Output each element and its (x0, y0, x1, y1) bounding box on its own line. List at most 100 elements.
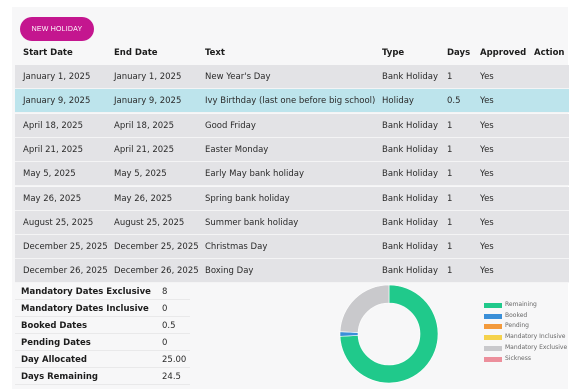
legend-item[interactable]: Remaining (484, 301, 572, 311)
cell-type: Bank Holiday (382, 193, 439, 204)
cell-start-date: May 5, 2025 (23, 169, 76, 180)
cell-approved: Yes (480, 217, 494, 228)
summary-label: Booked Dates (21, 321, 88, 331)
table-row[interactable]: April 21, 2025 April 21, 2025 Easter Monda… (15, 137, 569, 162)
table-row[interactable]: January 1, 2025 January 1, 2025 New Year's… (15, 65, 569, 89)
legend-swatch (484, 356, 502, 362)
cell-days: 1 (447, 72, 453, 82)
cell-approved: Yes (480, 169, 494, 180)
cell-days: 1 (447, 242, 453, 253)
cell-type: Bank Holiday (382, 169, 439, 180)
header-text[interactable]: Text (205, 48, 225, 58)
header-approved[interactable]: Approved (480, 48, 526, 58)
summary-value: 0 (162, 304, 168, 314)
table-row[interactable]: April 18, 2025 April 18, 2025 Good Friday B… (15, 113, 569, 138)
header-type[interactable]: Type (382, 48, 404, 58)
summary-value: 0.5 (162, 321, 176, 331)
cell-approved: Yes (480, 96, 494, 107)
summary-label: Mandatory Dates Exclusive (21, 287, 151, 297)
cell-text: Spring bank holiday (205, 193, 290, 204)
legend-item[interactable]: Pending (484, 322, 572, 332)
cell-approved: Yes (480, 144, 494, 155)
table-row[interactable]: May 5, 2025 May 5, 2025 Early May bank hol… (15, 162, 569, 187)
legend-label: Booked (505, 311, 528, 319)
cell-type: Bank Holiday (382, 217, 439, 228)
summary-value: 8 (162, 287, 168, 297)
legend-swatch (484, 345, 502, 351)
table-row[interactable]: December 26, 2025 December 26, 2025 Boxing… (15, 259, 569, 284)
cell-approved: Yes (480, 72, 494, 82)
donut-slice-mandatory-exclusive[interactable] (339, 284, 390, 333)
cell-text: Boxing Day (205, 266, 254, 277)
table-row[interactable]: May 26, 2025 May 26, 2025 Spring bank holi… (15, 186, 569, 211)
cell-start-date: August 25, 2025 (23, 217, 94, 228)
cell-end-date: January 9, 2025 (114, 96, 182, 107)
summary-row: Pending Dates 0 (15, 334, 190, 351)
cell-start-date: December 26, 2025 (23, 266, 108, 277)
new-holiday-button[interactable]: NEW HOLIDAY (20, 17, 94, 41)
legend-swatch (484, 324, 502, 330)
summary-label: Pending Dates (21, 338, 91, 348)
cell-end-date: January 1, 2025 (114, 72, 182, 82)
legend-item[interactable]: Mandatory Inclusive (484, 333, 572, 343)
cell-approved: Yes (480, 120, 494, 131)
cell-end-date: December 25, 2025 (114, 242, 199, 253)
summary-row: Mandatory Dates Inclusive 0 (15, 300, 190, 317)
cell-text: Ivy Birthday (last one before big school… (205, 96, 376, 107)
legend-item[interactable]: Mandatory Exclusive (484, 344, 572, 354)
cell-start-date: December 25, 2025 (23, 242, 108, 253)
legend-label: Remaining (505, 301, 537, 308)
table-row[interactable]: December 25, 2025 December 25, 2025 Christ… (15, 235, 569, 260)
legend-swatch (484, 303, 502, 308)
cell-end-date: May 26, 2025 (114, 193, 173, 204)
table-header: Start Date End Date Text Type Days Appro… (15, 44, 569, 62)
summary-row: Day Allocated 25.00 (15, 351, 190, 368)
summary-row: Days Remaining 24.5 (15, 368, 190, 385)
cell-start-date: April 21, 2025 (23, 144, 83, 155)
legend-label: Pending (505, 322, 529, 330)
cell-end-date: April 21, 2025 (114, 144, 174, 155)
cell-type: Holiday (382, 96, 414, 107)
header-start-date[interactable]: Start Date (23, 48, 73, 58)
cell-start-date: January 9, 2025 (23, 96, 91, 107)
summary-value: 25.00 (162, 355, 187, 365)
table-row[interactable]: August 25, 2025 August 25, 2025 Summer ban… (15, 210, 569, 235)
cell-start-date: January 1, 2025 (23, 72, 91, 82)
header-days[interactable]: Days (447, 48, 470, 58)
header-end-date[interactable]: End Date (114, 48, 158, 58)
cell-end-date: May 5, 2025 (114, 169, 167, 180)
legend-swatch (484, 313, 502, 319)
cell-text: Early May bank holiday (205, 169, 305, 180)
cell-end-date: August 25, 2025 (114, 217, 185, 228)
cell-text: Summer bank holiday (205, 217, 299, 228)
legend-swatch (484, 335, 502, 341)
legend-label: Mandatory Inclusive (505, 333, 566, 341)
cell-start-date: April 18, 2025 (23, 120, 83, 131)
summary-label: Days Remaining (21, 372, 99, 382)
cell-end-date: December 26, 2025 (114, 266, 199, 277)
cell-days: 0.5 (447, 96, 461, 107)
allowance-donut-chart (339, 284, 439, 384)
summary-value: 24.5 (162, 372, 181, 382)
header-action: Action (534, 48, 565, 58)
cell-type: Bank Holiday (382, 144, 439, 155)
table-row[interactable]: January 9, 2025 January 9, 2025 Ivy Birthd… (15, 89, 569, 114)
cell-approved: Yes (480, 242, 494, 253)
cell-text: Christmas Day (205, 242, 268, 253)
cell-end-date: April 18, 2025 (114, 120, 174, 131)
legend-label: Mandatory Exclusive (505, 343, 568, 351)
cell-start-date: May 26, 2025 (23, 193, 82, 204)
cell-type: Bank Holiday (382, 242, 439, 253)
cell-type: Bank Holiday (382, 72, 439, 82)
cell-type: Bank Holiday (382, 120, 439, 131)
cell-days: 1 (447, 169, 453, 180)
legend-item[interactable]: Sickness (484, 355, 572, 365)
summary-value: 0 (162, 338, 168, 348)
cell-days: 1 (447, 217, 453, 228)
cell-type: Bank Holiday (382, 266, 439, 277)
legend-item[interactable]: Booked (484, 312, 572, 322)
cell-days: 1 (447, 266, 453, 277)
summary-label: Mandatory Dates Inclusive (21, 304, 149, 314)
legend-label: Sickness (505, 354, 531, 362)
summary-row: Mandatory Dates Exclusive 8 (15, 283, 190, 300)
